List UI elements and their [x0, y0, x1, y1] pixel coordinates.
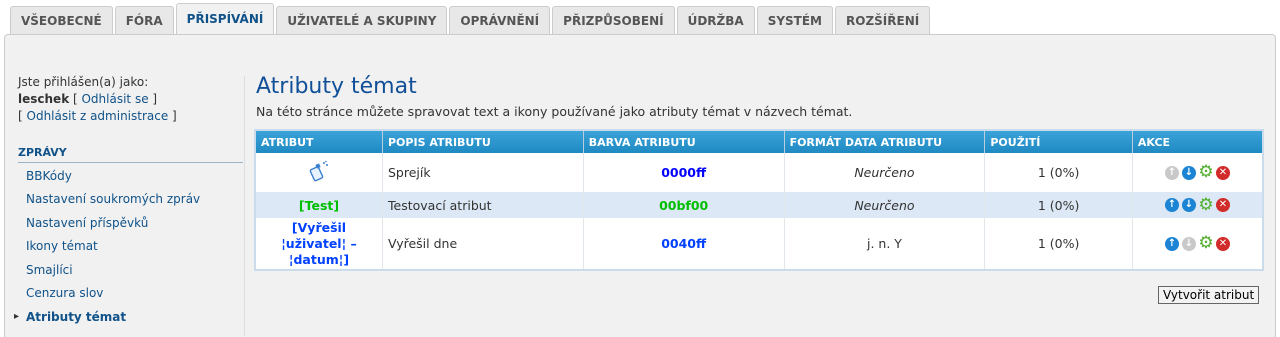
usage-cell: 1 (0%) — [984, 218, 1133, 270]
username: leschek — [18, 92, 70, 106]
col-attribute: ATRIBUT — [255, 130, 383, 153]
sidebar-item-smilies[interactable]: Smajlíci — [10, 258, 244, 282]
move-up-disabled-icon: ↑ — [1164, 165, 1179, 180]
col-actions: AKCE — [1132, 130, 1264, 153]
tab-users-groups[interactable]: UŽIVATELÉ A SKUPINY — [276, 6, 448, 34]
attribute-cell: [Vyřešil ¦uživatel¦ – ¦datum¦] — [255, 218, 383, 270]
sidebar-item-bbcodes[interactable]: BBKódy — [10, 164, 244, 188]
table-row: Sprejík 0000ff Neurčeno 1 (0%) ↑ ↓ ⚙ ✕ — [255, 153, 1264, 192]
usage-cell: 1 (0%) — [984, 153, 1133, 192]
sidebar-item-topic-prefixes[interactable]: Atributy témat — [10, 305, 244, 329]
sidebar-menu: BBKódy Nastavení soukromých zpráv Nastav… — [10, 164, 244, 329]
sidebar-item-word-censor[interactable]: Cenzura slov — [10, 282, 244, 306]
create-attribute-button[interactable]: Vytvořit atribut — [1158, 286, 1260, 304]
logged-as-label: Jste přihlášen(a) jako: — [18, 75, 149, 89]
move-down-icon[interactable]: ↓ — [1181, 198, 1196, 212]
sidebar-divider — [244, 76, 245, 336]
description-cell: Sprejík — [382, 153, 584, 192]
move-down-icon[interactable]: ↓ — [1181, 165, 1196, 180]
delete-icon[interactable]: ✕ — [1215, 198, 1230, 212]
logout-link[interactable]: Odhlásit se — [81, 92, 148, 106]
actions-cell: ↑ ↓ ⚙ ✕ — [1132, 153, 1264, 192]
col-description: POPIS ATRIBUTU — [382, 130, 584, 153]
move-up-icon[interactable]: ↑ — [1164, 236, 1179, 251]
tab-bar: VŠEOBECNÉ FÓRA PŘISPÍVÁNÍ UŽIVATELÉ A SK… — [10, 3, 932, 34]
gear-icon[interactable]: ⚙ — [1198, 235, 1213, 252]
delete-icon[interactable]: ✕ — [1215, 236, 1230, 251]
date-format-cell: j. n. Y — [784, 218, 986, 270]
attribute-cell: [Test] — [255, 192, 383, 218]
gear-icon[interactable]: ⚙ — [1198, 164, 1213, 181]
actions-cell: ↑ ↓ ⚙ ✕ — [1132, 192, 1264, 218]
attributes-table: ATRIBUT POPIS ATRIBUTU BARVA ATRIBUTU FO… — [254, 129, 1264, 271]
tab-extensions[interactable]: ROZŠÍŘENÍ — [835, 6, 931, 34]
sidebar-item-pm-settings[interactable]: Nastavení soukromých zpráv — [10, 188, 244, 212]
page-description: Na této stránce můžete spravovat text a … — [256, 104, 853, 119]
table-row: [Vyřešil ¦uživatel¦ – ¦datum¦] Vyřešil d… — [255, 218, 1264, 270]
attribute-cell — [255, 153, 383, 192]
date-format-cell: Neurčeno — [784, 192, 986, 218]
spray-icon — [309, 160, 328, 182]
color-cell: 0000ff — [583, 153, 785, 192]
color-cell: 0040ff — [583, 218, 785, 270]
attribute-line: ¦datum¦] — [288, 251, 350, 267]
tab-customise[interactable]: PŘIZPŮSOBENÍ — [552, 6, 675, 34]
col-color: BARVA ATRIBUTU — [583, 130, 785, 153]
move-down-disabled-icon: ↓ — [1181, 236, 1196, 251]
color-cell: 00bf00 — [583, 192, 785, 218]
table-header-row: ATRIBUT POPIS ATRIBUTU BARVA ATRIBUTU FO… — [255, 130, 1264, 153]
usage-cell: 1 (0%) — [984, 192, 1133, 218]
login-info: Jste přihlášen(a) jako: leschek [ Odhlás… — [18, 75, 177, 123]
attribute-line: [Vyřešil — [291, 219, 347, 235]
date-format-cell: Neurčeno — [784, 153, 986, 192]
description-cell: Testovací atribut — [382, 192, 584, 218]
attribute-line: ¦uživatel¦ – — [281, 235, 357, 251]
description-cell: Vyřešil dne — [382, 218, 584, 270]
tab-maintenance[interactable]: ÚDRŽBA — [676, 6, 755, 34]
logout-admin-link[interactable]: Odhlásit z administrace — [27, 109, 169, 123]
sidebar-item-topic-icons[interactable]: Ikony témat — [10, 235, 244, 259]
tab-permissions[interactable]: OPRÁVNĚNÍ — [449, 6, 551, 34]
tab-posting[interactable]: PŘISPÍVÁNÍ — [175, 3, 275, 34]
delete-icon[interactable]: ✕ — [1215, 165, 1230, 180]
col-usage: POUŽITÍ — [984, 130, 1133, 153]
gear-icon[interactable]: ⚙ — [1198, 196, 1213, 213]
table-row: [Test] Testovací atribut 00bf00 Neurčeno… — [255, 192, 1264, 218]
tab-forums[interactable]: FÓRA — [114, 6, 174, 34]
sidebar-section-heading: ZPRÁVY — [18, 146, 243, 163]
page-title: Atributy témat — [256, 74, 417, 99]
col-date-format: FORMÁT DATA ATRIBUTU — [784, 130, 986, 153]
move-up-icon[interactable]: ↑ — [1164, 198, 1179, 212]
actions-cell: ↑ ↓ ⚙ ✕ — [1132, 218, 1264, 270]
sidebar-item-post-settings[interactable]: Nastavení příspěvků — [10, 211, 244, 235]
tab-system[interactable]: SYSTÉM — [756, 6, 833, 34]
tab-general[interactable]: VŠEOBECNÉ — [10, 6, 113, 34]
